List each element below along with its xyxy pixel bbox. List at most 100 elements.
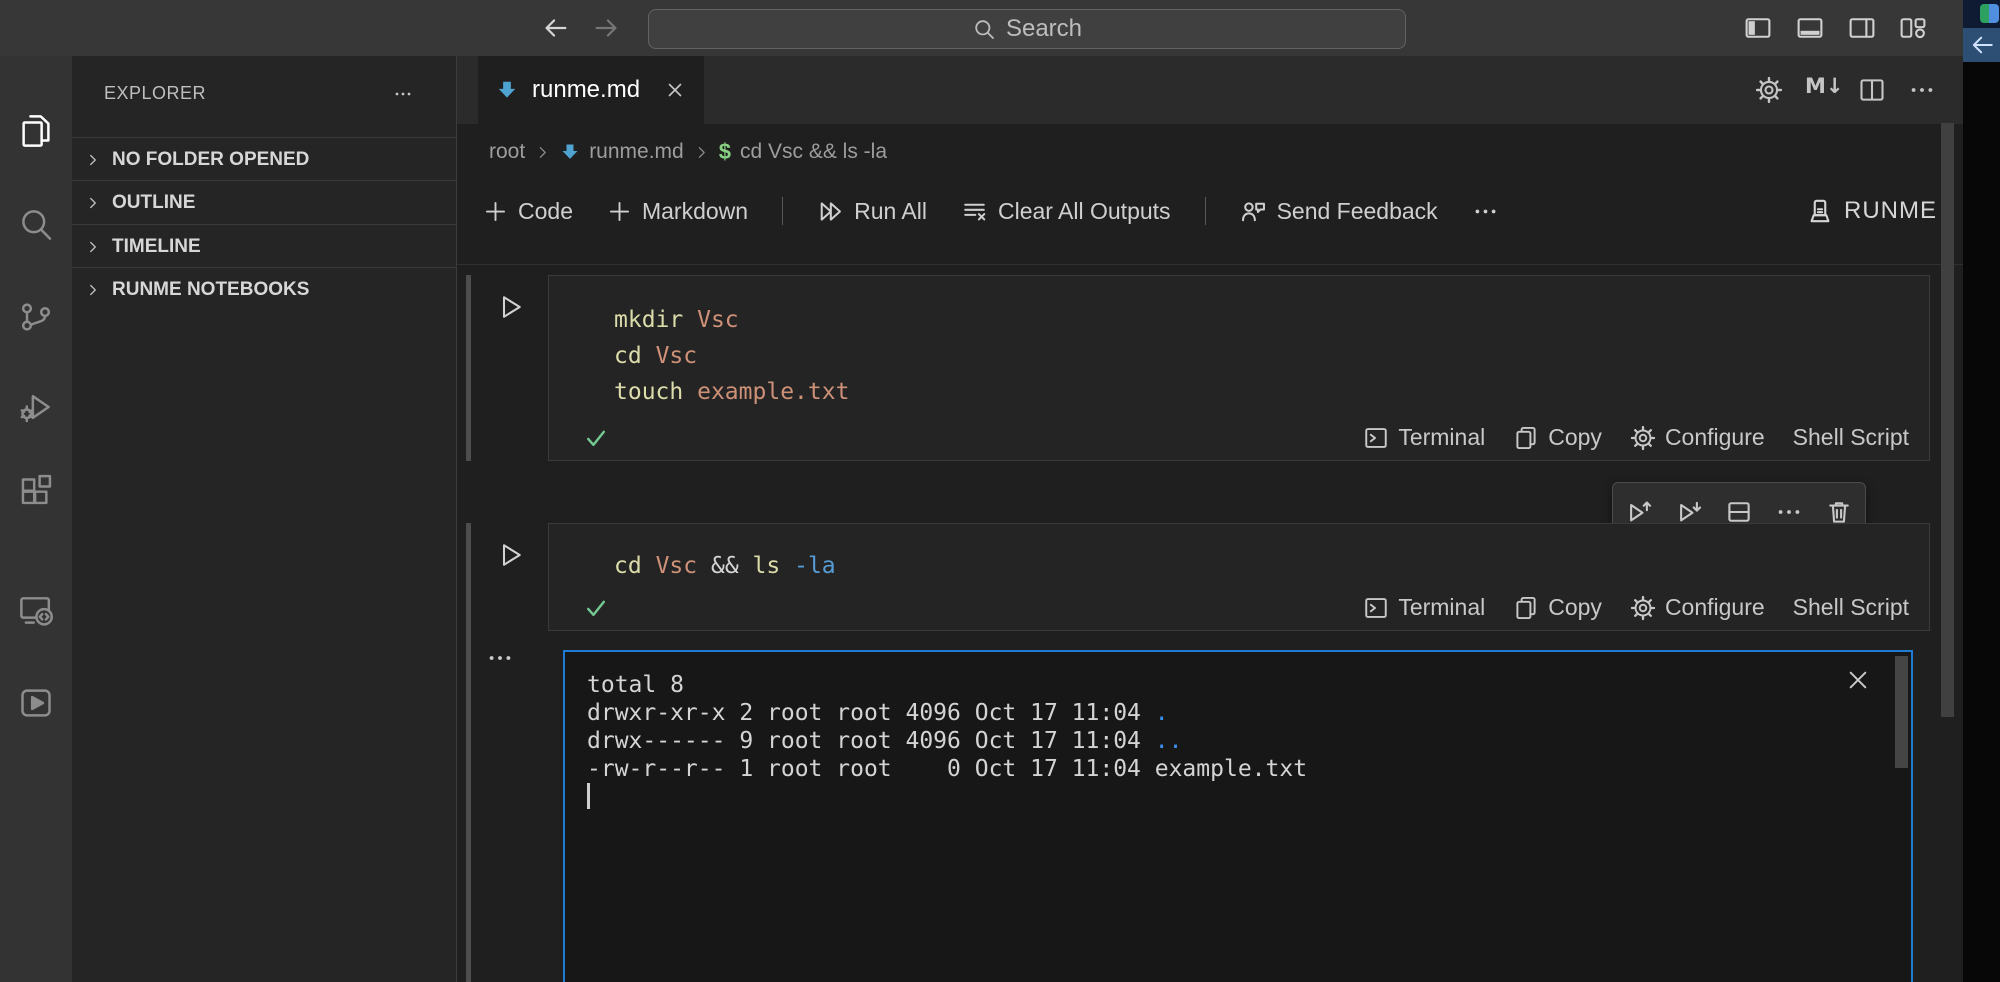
notebook-more-actions-button[interactable] [1472, 198, 1499, 225]
breadcrumb-shell-symbol: $ [719, 139, 731, 165]
markdown-preview-icon: M↓ [1805, 74, 1844, 98]
cell-language-label: Shell Script [1793, 594, 1909, 621]
tab-label: runme.md [532, 76, 640, 104]
run-all-label: Run All [854, 198, 927, 225]
breadcrumb-command[interactable]: cd Vsc && ls -la [740, 140, 887, 164]
notebook-kernel-button[interactable] [1755, 76, 1783, 104]
close-output-icon[interactable] [1845, 667, 1871, 693]
customize-layout-icon [1899, 14, 1927, 42]
activity-source-control[interactable] [0, 281, 72, 353]
breadcrumb: root runme.md $ cd Vsc && ls -la [489, 124, 887, 180]
source-control-icon [18, 299, 54, 335]
chevron-right-icon [84, 281, 102, 299]
activity-search[interactable] [0, 188, 72, 260]
cell-status-bar: Terminal Copy Configure Shell Script [1363, 424, 1909, 451]
split-editor-button[interactable] [1858, 76, 1886, 104]
chevron-right-icon [693, 144, 710, 161]
activity-explorer[interactable] [0, 95, 72, 167]
activity-bar [0, 56, 72, 982]
tab-close-icon[interactable] [664, 79, 686, 101]
sidebar-section-runme-notebooks[interactable]: RUNME NOTEBOOKS [72, 267, 456, 311]
gear-icon [1630, 425, 1656, 451]
ellipsis-icon[interactable] [1775, 498, 1803, 526]
section-label: RUNME NOTEBOOKS [112, 279, 309, 301]
terminal-button[interactable]: Terminal [1363, 424, 1485, 451]
copy-button[interactable]: Copy [1513, 424, 1602, 451]
cell-focus-bar [466, 523, 471, 982]
play-icon [495, 540, 525, 570]
command-center-search[interactable]: Search [648, 9, 1406, 49]
cell-language-button[interactable]: Shell Script [1793, 594, 1909, 621]
sidebar-section-timeline[interactable]: TIMELINE [72, 224, 456, 268]
breadcrumb-root[interactable]: root [489, 140, 525, 164]
success-check-icon [583, 425, 609, 451]
copy-icon [1513, 595, 1539, 621]
add-code-cell-button[interactable]: Code [483, 198, 573, 225]
search-icon [972, 17, 996, 41]
notebook-toolbar: Code Markdown Run All Clear All Outputs … [483, 180, 1499, 242]
activity-runme-notebooks[interactable] [0, 667, 72, 739]
copy-button[interactable]: Copy [1513, 594, 1602, 621]
terminal-label: Terminal [1398, 424, 1485, 451]
ellipsis-icon [390, 84, 416, 104]
activity-run-debug[interactable] [0, 371, 72, 443]
vscode-window: Search [0, 0, 2000, 982]
configure-button[interactable]: Configure [1630, 424, 1765, 451]
copy-label: Copy [1548, 594, 1602, 621]
split-cell-icon[interactable] [1725, 498, 1753, 526]
runme-brand-button[interactable]: RUNME [1806, 180, 1937, 242]
search-placeholder: Search [1006, 15, 1082, 43]
delete-cell-icon[interactable] [1825, 498, 1853, 526]
sidebar-section-outline[interactable]: OUTLINE [72, 180, 456, 224]
output-menu-button[interactable] [486, 644, 514, 672]
notebook-cell-1[interactable]: mkdir Vsccd Vsctouch example.txt Termina… [548, 275, 1930, 461]
send-feedback-button[interactable]: Send Feedback [1240, 198, 1438, 225]
cell-language-button[interactable]: Shell Script [1793, 424, 1909, 451]
nav-forward-button[interactable] [592, 13, 622, 43]
editor-scrollbar[interactable] [1941, 123, 1954, 717]
sidebar-section-no-folder-opened[interactable]: NO FOLDER OPENED [72, 137, 456, 181]
terminal-icon [1363, 425, 1389, 451]
send-feedback-label: Send Feedback [1277, 198, 1438, 225]
toggle-primary-sidebar-button[interactable] [1744, 14, 1772, 42]
ellipsis-icon [1908, 76, 1936, 104]
tab-runme-md[interactable]: runme.md [478, 56, 704, 124]
plus-icon [483, 199, 508, 224]
markdown-file-icon [496, 79, 518, 101]
terminal-icon [1363, 595, 1389, 621]
browser-favicon-icon[interactable] [1980, 4, 1999, 23]
add-markdown-cell-button[interactable]: Markdown [607, 198, 748, 225]
cell-output-terminal[interactable]: total 8drwxr-xr-x 2 root root 4096 Oct 1… [563, 650, 1913, 982]
cell-code-editor[interactable]: cd Vsc && ls -la [614, 548, 836, 584]
configure-button[interactable]: Configure [1630, 594, 1765, 621]
editor-area: runme.md M↓ root runme.md $ cd V [457, 56, 1963, 982]
customize-layout-button[interactable] [1899, 14, 1927, 42]
add-markdown-label: Markdown [642, 198, 748, 225]
activity-extensions[interactable] [0, 455, 72, 527]
nav-back-button[interactable] [540, 13, 570, 43]
explorer-files-icon [18, 113, 54, 149]
toggle-secondary-sidebar-button[interactable] [1848, 14, 1876, 42]
notebook-cell-2[interactable]: cd Vsc && ls -la Terminal Copy Configure… [548, 523, 1930, 631]
breadcrumb-file[interactable]: runme.md [589, 140, 684, 164]
open-markdown-preview-button[interactable]: M↓ [1805, 74, 1833, 102]
sidebar-more-actions-button[interactable] [390, 84, 416, 104]
execute-below-icon[interactable] [1675, 498, 1703, 526]
cell-code-editor[interactable]: mkdir Vsccd Vsctouch example.txt [614, 302, 849, 410]
arrow-left-icon[interactable] [1969, 32, 1995, 58]
tab-strip: runme.md M↓ [457, 56, 1963, 124]
terminal-button[interactable]: Terminal [1363, 594, 1485, 621]
clear-all-outputs-button[interactable]: Clear All Outputs [961, 198, 1171, 225]
chevron-right-icon [534, 144, 551, 161]
output-scrollbar[interactable] [1895, 656, 1908, 768]
execute-above-icon[interactable] [1625, 498, 1653, 526]
run-all-button[interactable]: Run All [817, 198, 927, 225]
activity-remote-explorer[interactable] [0, 574, 72, 646]
sidebar-title: EXPLORER [104, 83, 206, 104]
copy-icon [1513, 425, 1539, 451]
toggle-panel-button[interactable] [1796, 14, 1824, 42]
editor-more-actions-button[interactable] [1908, 76, 1936, 104]
run-cell-button[interactable] [495, 540, 525, 570]
run-cell-button[interactable] [495, 292, 525, 322]
clear-all-outputs-label: Clear All Outputs [998, 198, 1171, 225]
